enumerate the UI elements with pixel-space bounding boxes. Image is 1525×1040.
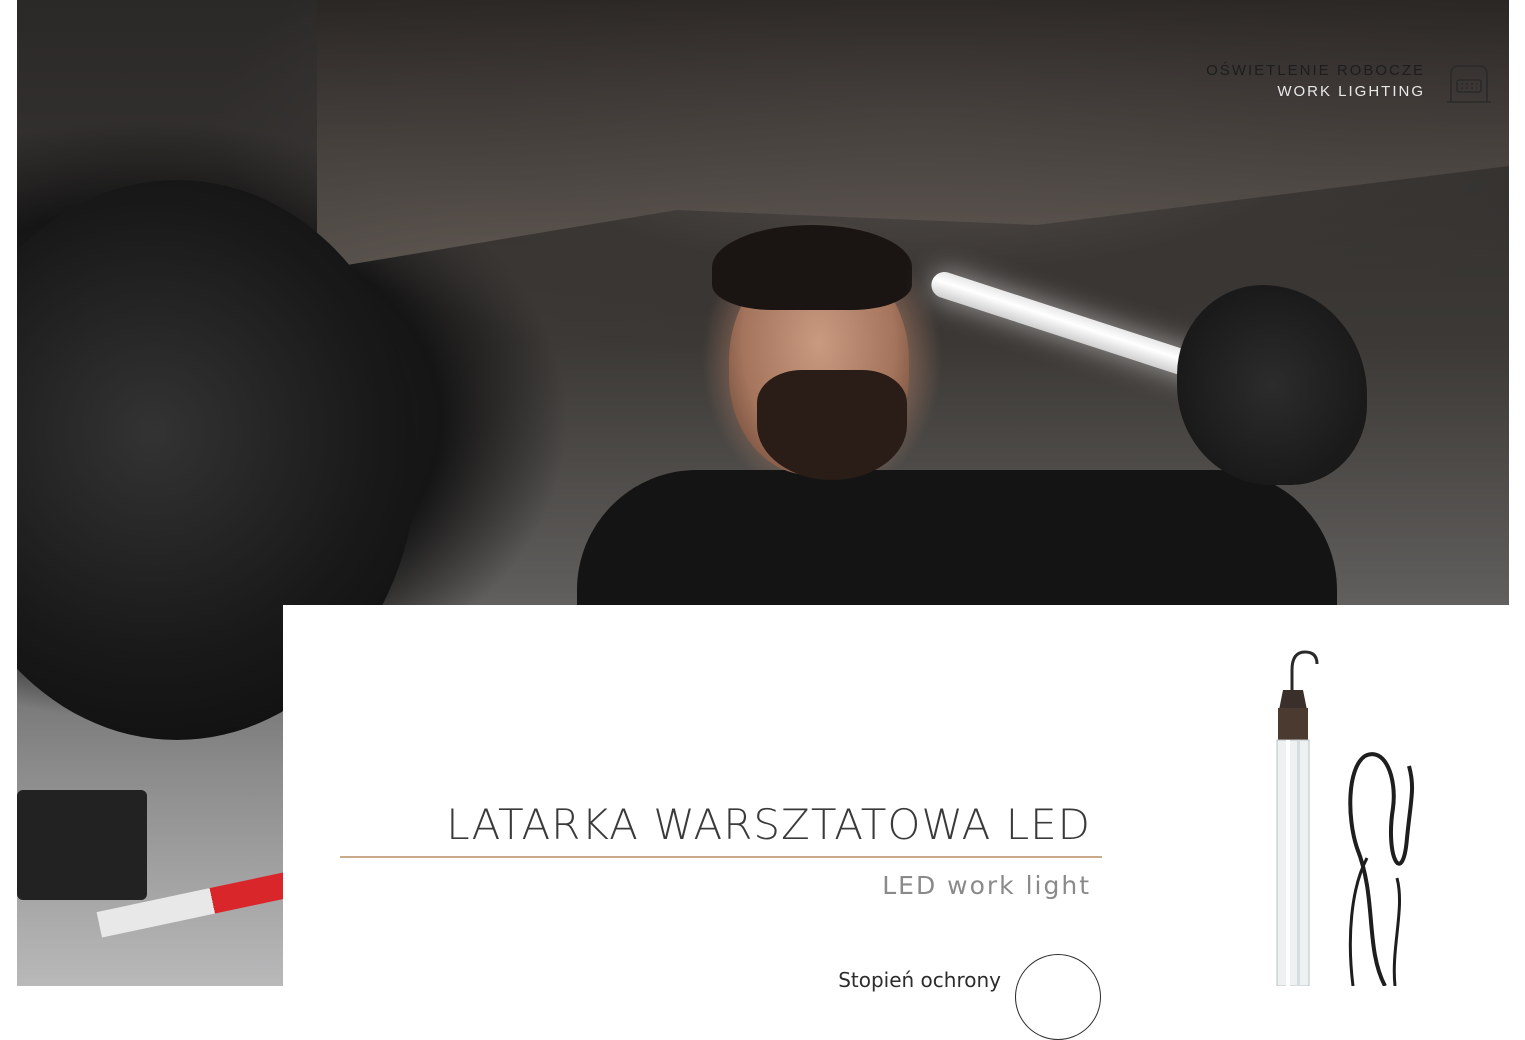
car-underside (317, 0, 1509, 270)
spec-label-protection: Stopień ochrony (838, 968, 1001, 992)
category-title-pl: OŚWIETLENIE ROBOCZE (1206, 62, 1425, 79)
mechanic-glove (1177, 285, 1367, 485)
mechanic-beard (757, 370, 907, 480)
category-heading: OŚWIETLENIE ROBOCZE WORK LIGHTING (1206, 60, 1425, 102)
product-subtitle: LED work light (882, 871, 1091, 900)
work-light-icon (1447, 65, 1491, 103)
led-work-light-product-image (1276, 650, 1415, 986)
toolbox (17, 790, 147, 900)
category-title-en: WORK LIGHTING (1277, 83, 1425, 100)
title-divider (340, 856, 1102, 858)
mechanic-hair (712, 225, 912, 310)
product-title: LATARKA WARSZTATOWA LED (446, 800, 1091, 849)
